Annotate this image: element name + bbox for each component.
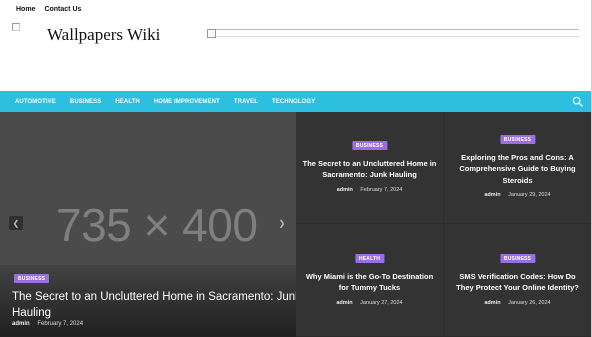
featured-slider[interactable]: 735 × 400 ❮ ❯ BUSINESS The Secret to an … [0, 112, 296, 337]
post-author[interactable]: admin [337, 187, 353, 193]
post-card[interactable]: HEALTH Why Miami is the Go-To Destinatio… [296, 224, 444, 337]
post-meta: admin January 26, 2024 [444, 300, 591, 306]
slide-date[interactable]: February 7, 2024 [37, 321, 83, 327]
post-card[interactable]: BUSINESS The Secret to an Uncluttered Ho… [296, 112, 444, 224]
top-bar: Home Contact Us [0, 0, 592, 19]
search-icon[interactable] [572, 96, 583, 107]
slide-meta: admin February 7, 2024 [12, 321, 83, 327]
nav-item-travel[interactable]: TRAVEL [234, 99, 258, 105]
nav-item-health[interactable]: HEALTH [115, 99, 140, 105]
post-date[interactable]: January 29, 2024 [508, 192, 551, 198]
post-title[interactable]: Why Miami is the Go-To Destination for T… [296, 271, 443, 294]
slide-author[interactable]: admin [12, 321, 30, 327]
post-title[interactable]: SMS Verification Codes: How Do They Prot… [444, 271, 591, 294]
broken-logo-image-icon[interactable] [12, 23, 20, 31]
post-title[interactable]: The Secret to an Uncluttered Home in Sac… [296, 158, 443, 181]
post-card[interactable]: BUSINESS Exploring the Pros and Cons: A … [444, 112, 592, 224]
slide-category-badge[interactable]: BUSINESS [14, 274, 50, 283]
slider-prev-arrow-icon[interactable]: ❮ [9, 216, 23, 230]
slider-next-arrow-icon[interactable]: ❯ [275, 216, 289, 230]
nav-item-home-improvement[interactable]: HOME IMPROVEMENT [154, 99, 220, 105]
site-header: Wallpapers Wiki [0, 19, 592, 91]
nav-item-business[interactable]: BUSINESS [70, 99, 101, 105]
post-category-badge[interactable]: BUSINESS [499, 135, 536, 144]
site-title[interactable]: Wallpapers Wiki [47, 25, 160, 45]
broken-banner-image-icon[interactable] [207, 29, 579, 38]
post-category-badge[interactable]: BUSINESS [351, 141, 388, 150]
post-card[interactable]: BUSINESS SMS Verification Codes: How Do … [444, 224, 592, 337]
post-category-badge[interactable]: BUSINESS [499, 254, 536, 263]
nav-item-automotive[interactable]: AUTOMOTIVE [15, 99, 56, 105]
post-author[interactable]: admin [484, 300, 500, 306]
post-author[interactable]: admin [484, 192, 500, 198]
post-meta: admin January 27, 2024 [296, 300, 443, 306]
post-date[interactable]: January 26, 2024 [508, 300, 551, 306]
post-author[interactable]: admin [336, 300, 352, 306]
nav-item-technology[interactable]: TECHNOLOGY [272, 99, 315, 105]
featured-grid: BUSINESS The Secret to an Uncluttered Ho… [296, 112, 592, 337]
post-title[interactable]: Exploring the Pros and Cons: A Comprehen… [444, 152, 591, 186]
post-category-badge[interactable]: HEALTH [354, 254, 385, 263]
post-date[interactable]: January 27, 2024 [360, 300, 403, 306]
post-date[interactable]: February 7, 2024 [360, 187, 402, 193]
slide-placeholder-image: 735 × 400 [56, 199, 258, 251]
contact-us-link[interactable]: Contact Us [44, 6, 81, 13]
post-meta: admin February 7, 2024 [296, 187, 443, 193]
slide-title[interactable]: The Secret to an Uncluttered Home in Sac… [12, 290, 296, 321]
post-meta: admin January 29, 2024 [444, 192, 591, 198]
main-nav: AUTOMOTIVE BUSINESS HEALTH HOME IMPROVEM… [0, 91, 592, 112]
home-link[interactable]: Home [16, 6, 35, 13]
